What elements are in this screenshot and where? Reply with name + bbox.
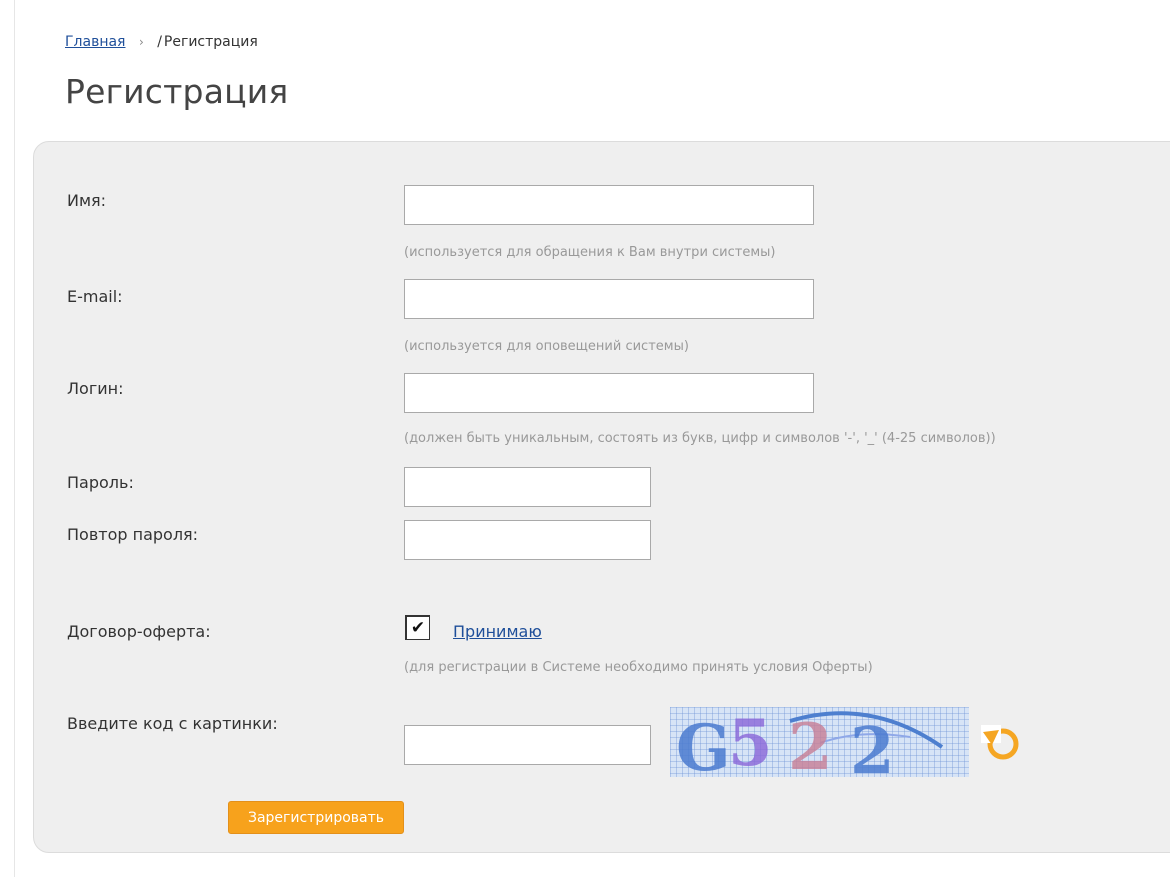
name-field[interactable]: [404, 185, 814, 225]
captcha-char: G: [676, 711, 731, 777]
email-label: E-mail:: [67, 287, 123, 306]
captcha-field[interactable]: [404, 725, 651, 765]
email-hint: (используется для оповещений системы): [404, 339, 689, 354]
breadcrumb-slash: /: [157, 34, 162, 50]
register-button[interactable]: Зарегистрировать: [228, 801, 404, 834]
login-hint: (должен быть уникальным, состоять из бук…: [404, 431, 996, 446]
password-repeat-label: Повтор пароля:: [67, 525, 199, 544]
captcha-char: 5: [728, 707, 773, 777]
name-hint: (используется для обращения к Вам внутри…: [404, 245, 776, 260]
captcha-char: 2: [788, 710, 833, 777]
offer-checkbox[interactable]: ✔: [405, 615, 430, 640]
captcha-label: Введите код с картинки:: [67, 714, 278, 733]
refresh-icon[interactable]: [975, 721, 1023, 763]
accept-offer-link[interactable]: Принимаю: [453, 622, 542, 641]
checkmark-icon: ✔: [410, 617, 426, 638]
name-label: Имя:: [67, 191, 107, 210]
captcha-char: 2: [850, 714, 895, 777]
page-title: Регистрация: [65, 72, 289, 111]
login-label: Логин:: [67, 379, 124, 398]
breadcrumb-current: Регистрация: [163, 34, 258, 50]
breadcrumb-home-link[interactable]: Главная: [65, 34, 125, 50]
offer-label: Договор-оферта:: [67, 622, 211, 641]
password-label: Пароль:: [67, 473, 134, 492]
offer-hint: (для регистрации в Системе необходимо пр…: [404, 660, 873, 675]
breadcrumb-separator-icon: ›: [138, 35, 144, 49]
captcha-image: G 5 2 2: [670, 707, 969, 777]
email-field[interactable]: [404, 279, 814, 319]
login-field[interactable]: [404, 373, 814, 413]
breadcrumb: Главная › / Регистрация: [65, 34, 258, 50]
password-repeat-field[interactable]: [404, 520, 651, 560]
page-left-border: [14, 0, 15, 877]
password-field[interactable]: [404, 467, 651, 507]
